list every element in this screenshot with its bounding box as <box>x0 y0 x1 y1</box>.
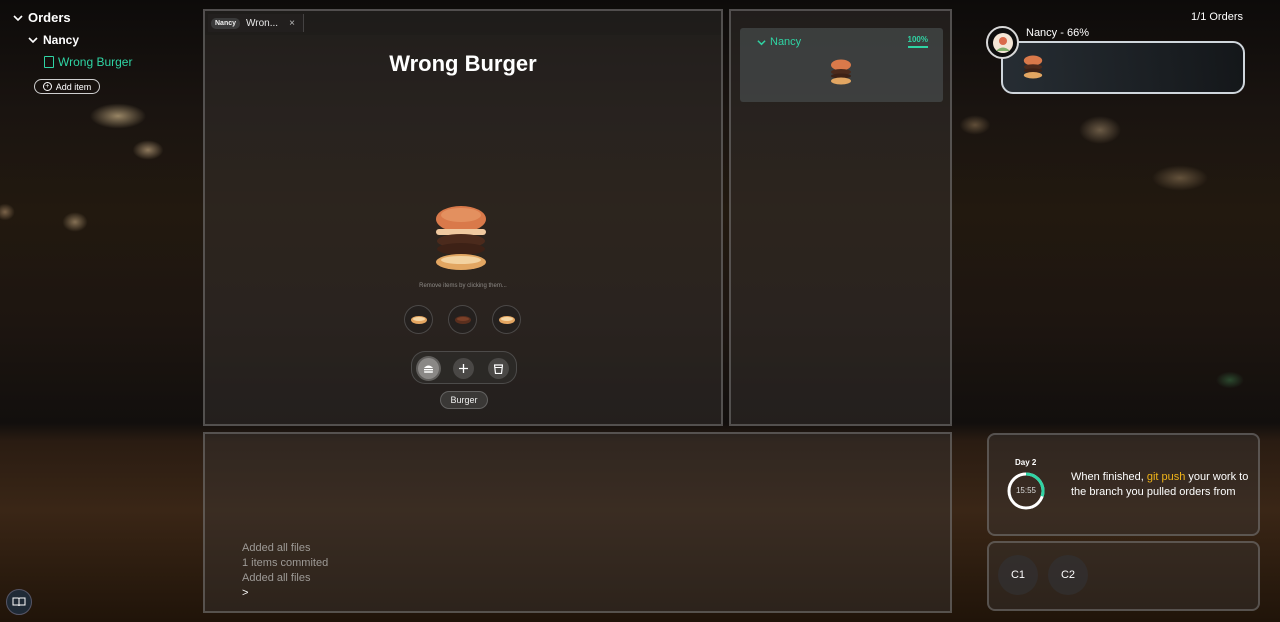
add-ingredient-button[interactable] <box>453 358 474 379</box>
preview-customer[interactable]: Nancy <box>757 36 801 48</box>
tree-root-label: Orders <box>28 10 71 25</box>
book-icon <box>12 597 26 607</box>
burger-thumbnail <box>1023 55 1043 79</box>
tab-wrong-burger[interactable]: Nancy Wron... × <box>208 14 304 32</box>
plus-icon <box>459 364 468 373</box>
commit-button-c1[interactable]: C1 <box>998 555 1038 595</box>
tab-bar: Nancy Wron... × <box>205 11 721 35</box>
timer: 15:55 <box>1015 486 1037 495</box>
commit-button-c2[interactable]: C2 <box>1048 555 1088 595</box>
file-icon <box>44 56 54 68</box>
preview-card[interactable]: Nancy 100% <box>740 28 943 102</box>
day-label: Day 2 <box>1015 458 1037 467</box>
terminal-line: Added all files <box>242 572 311 584</box>
terminal-output: Added all files 1 items commited Added a… <box>242 541 328 601</box>
instruction-message: When finished, git push your work to the… <box>1071 470 1256 500</box>
order-card[interactable] <box>1001 41 1245 94</box>
patty-icon <box>454 315 471 324</box>
preview-percent: 100% <box>907 35 928 48</box>
message-prefix: When finished, <box>1071 471 1147 483</box>
orders-count: 1/1 Orders <box>1191 11 1243 23</box>
tab-label: Wron... <box>246 17 279 29</box>
chevron-down-icon <box>28 37 38 44</box>
remove-hint: Remove items by clicking them... <box>419 283 507 289</box>
chevron-down-icon <box>13 14 23 21</box>
ingredient-button-bun[interactable] <box>404 305 433 334</box>
drink-tool-button[interactable] <box>488 358 509 379</box>
ingredient-button-patty[interactable] <box>448 305 477 334</box>
add-item-label: Add item <box>55 81 92 92</box>
burger-icon <box>424 365 433 373</box>
terminal-line: 1 items commited <box>242 557 329 569</box>
bun-icon <box>410 315 427 324</box>
terminal-prompt[interactable]: > <box>242 586 328 601</box>
bun-icon <box>498 315 515 324</box>
cup-icon <box>494 363 503 374</box>
burger-image[interactable] <box>433 205 489 271</box>
tab-customer-badge: Nancy <box>211 17 241 29</box>
avatar-icon <box>992 32 1013 53</box>
page-title: Wrong Burger <box>389 51 537 76</box>
preview-customer-label: Nancy <box>770 36 802 48</box>
customer-avatar <box>986 26 1019 59</box>
tool-bar <box>411 351 517 384</box>
chevron-down-icon <box>757 39 766 45</box>
burger-thumbnail <box>831 59 851 85</box>
guide-button[interactable] <box>6 589 32 615</box>
ingredient-button-bun[interactable] <box>492 305 521 334</box>
plus-circle-icon: + <box>42 82 52 91</box>
tree-root-orders[interactable]: Orders <box>13 10 71 25</box>
preview-panel: Nancy 100% <box>729 9 952 426</box>
close-icon[interactable]: × <box>289 18 295 29</box>
burger-tool-button[interactable] <box>418 358 439 379</box>
message-highlight: git push <box>1146 471 1186 483</box>
tree-file-label: Wrong Burger <box>58 55 133 69</box>
tree-customer-label: Nancy <box>43 33 80 47</box>
order-title: Nancy - 66% <box>1026 27 1089 39</box>
tree-customer-nancy[interactable]: Nancy <box>28 33 79 47</box>
active-tool-label: Burger <box>440 391 488 409</box>
tree-file-wrong-burger[interactable]: Wrong Burger <box>44 55 132 69</box>
add-item-button[interactable]: + Add item <box>34 79 100 94</box>
terminal-line: Added all files <box>242 542 311 554</box>
editor-panel: Nancy Wron... × Wrong Burger Remove item… <box>203 9 723 426</box>
